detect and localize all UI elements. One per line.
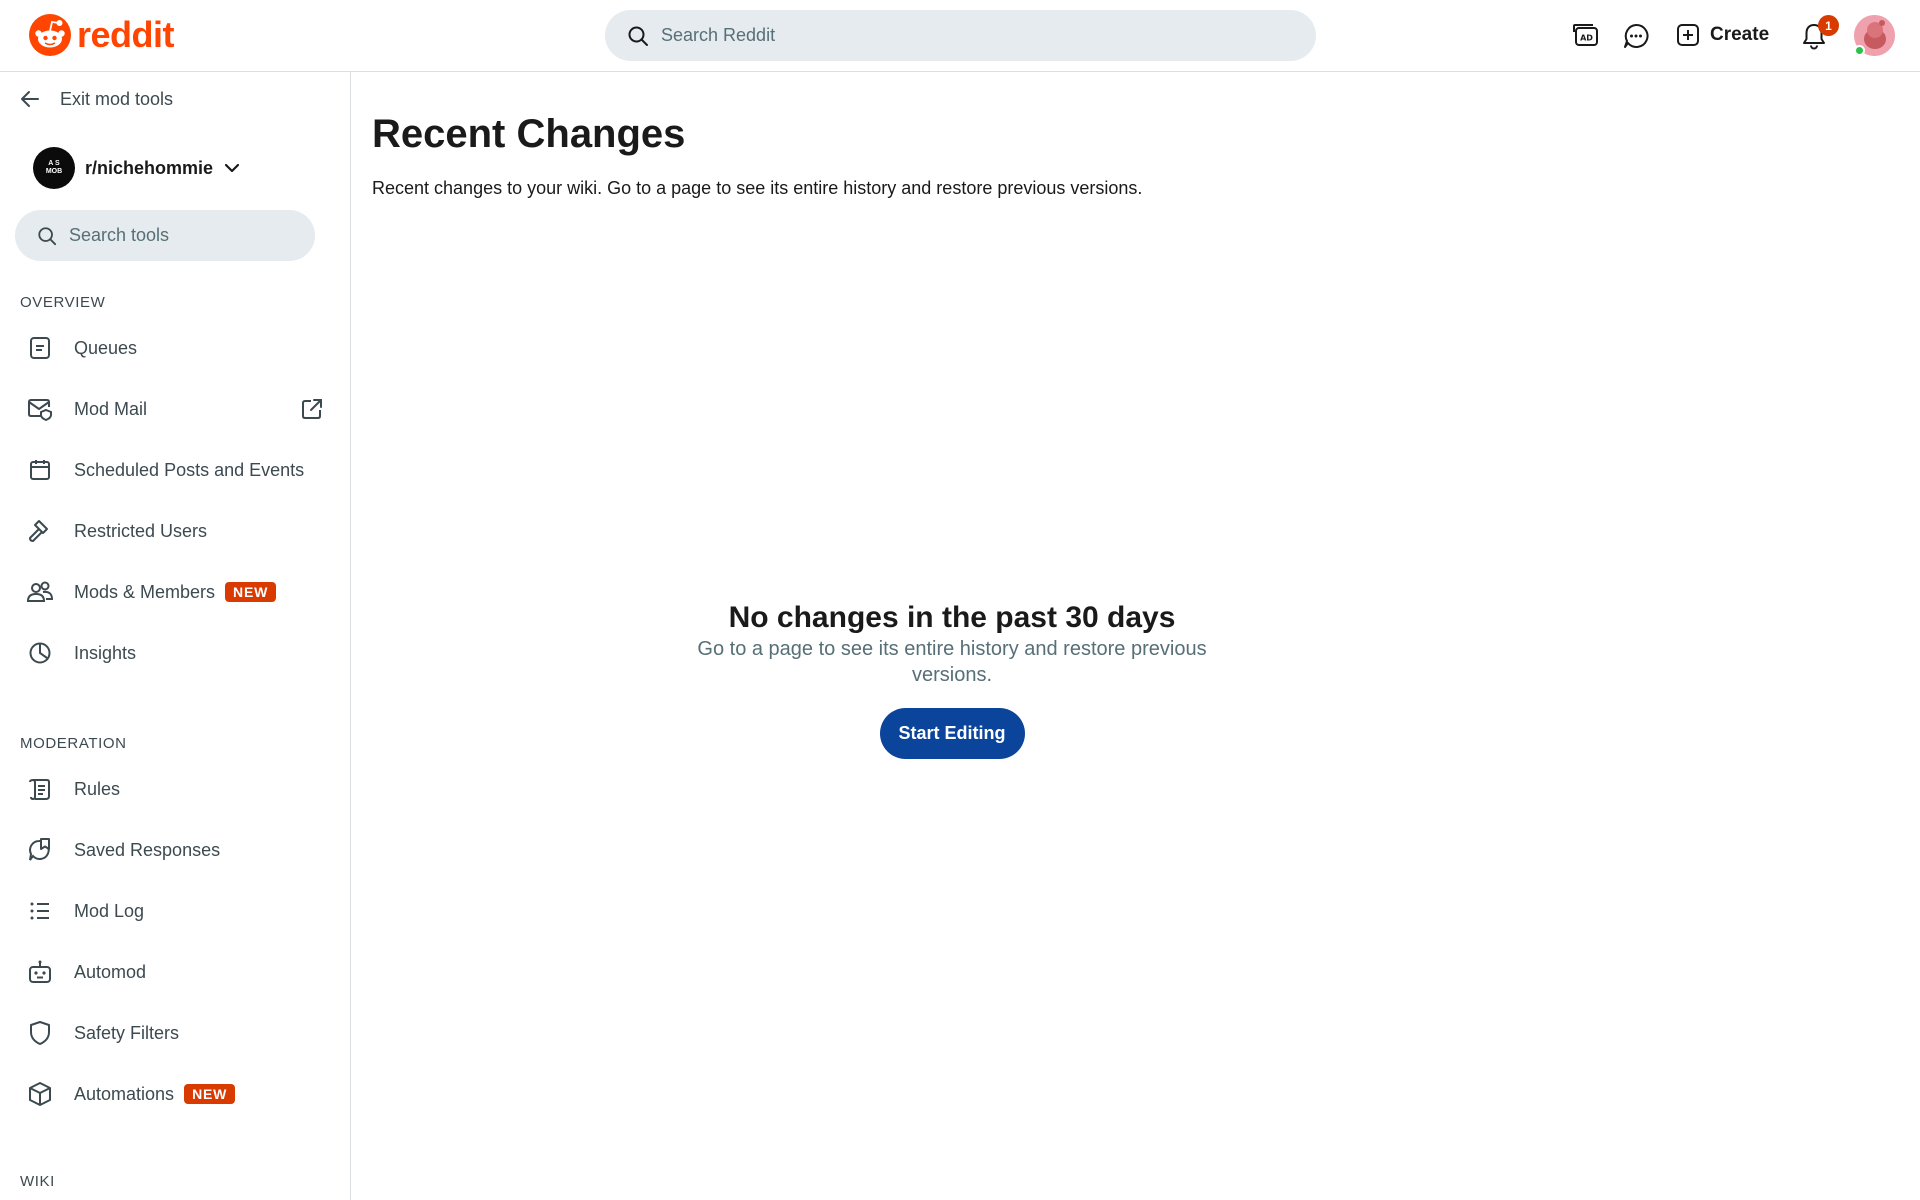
exit-mod-tools-label: Exit mod tools bbox=[60, 88, 174, 109]
notification-count-badge: 1 bbox=[1818, 15, 1839, 36]
search-tools-placeholder: Search tools bbox=[69, 225, 170, 245]
global-search-input[interactable]: Search Reddit bbox=[605, 10, 1316, 61]
chat-icon bbox=[1624, 23, 1649, 48]
sidebar-item-queues[interactable]: Queues bbox=[20, 326, 340, 370]
sidebar-item-label: Automations bbox=[74, 1083, 175, 1104]
chevron-down-icon bbox=[224, 163, 240, 173]
section-title-overview: OVERVIEW bbox=[20, 294, 106, 311]
search-icon bbox=[628, 26, 648, 46]
sidebar-item-label: Mod Log bbox=[74, 900, 145, 921]
start-editing-button[interactable]: Start Editing bbox=[879, 708, 1025, 759]
arrow-left-icon bbox=[21, 91, 39, 107]
sidebar-item-label: Scheduled Posts and Events bbox=[74, 459, 305, 480]
sidebar-item-label: Saved Responses bbox=[74, 839, 221, 860]
sidebar-item-label: Mod Mail bbox=[74, 398, 148, 419]
main-content: Recent Changes Recent changes to your wi… bbox=[352, 72, 1920, 1200]
sidebar-item-safety-filters[interactable]: Safety Filters bbox=[20, 1011, 340, 1055]
sidebar-item-automations[interactable]: Automations NEW bbox=[20, 1072, 340, 1116]
sidebar-item-rules[interactable]: Rules bbox=[20, 767, 340, 811]
subreddit-avatar: A S MOB bbox=[33, 147, 75, 189]
sidebar-item-label: Insights bbox=[74, 642, 137, 663]
search-placeholder: Search Reddit bbox=[661, 25, 776, 45]
logo-wordmark: reddit bbox=[77, 14, 175, 55]
page-description: Recent changes to your wiki. Go to a pag… bbox=[372, 178, 1143, 198]
sidebar-item-label: Automod bbox=[74, 961, 147, 982]
reddit-logo[interactable]: reddit bbox=[29, 14, 175, 56]
saved-responses-icon bbox=[20, 836, 60, 864]
new-badge: NEW bbox=[184, 1084, 236, 1104]
mod-tools-sidebar: Exit mod tools A S MOB r/nichehommie Sea… bbox=[0, 72, 351, 1200]
sidebar-item-label: Queues bbox=[74, 337, 138, 358]
sidebar-item-label: Restricted Users bbox=[74, 520, 208, 541]
svg-text:AD: AD bbox=[1580, 34, 1593, 43]
online-status-dot bbox=[1854, 45, 1865, 56]
empty-state: No changes in the past 30 days Go to a p… bbox=[352, 600, 1552, 759]
plus-square-icon bbox=[1677, 24, 1699, 46]
advertise-icon: AD bbox=[1573, 24, 1598, 46]
hammer-icon bbox=[20, 517, 60, 545]
rules-icon bbox=[20, 775, 60, 803]
search-icon bbox=[38, 226, 57, 245]
advertise-button[interactable]: AD bbox=[1570, 20, 1602, 52]
sidebar-item-mods-members[interactable]: Mods & Members NEW bbox=[20, 570, 340, 614]
create-label: Create bbox=[1710, 24, 1770, 45]
list-icon bbox=[20, 897, 60, 925]
pie-chart-icon bbox=[20, 639, 60, 667]
sidebar-item-label: Mods & Members bbox=[74, 581, 216, 602]
sidebar-item-automod[interactable]: Automod bbox=[20, 950, 340, 994]
reddit-snoo-icon bbox=[29, 14, 71, 56]
empty-state-description: Go to a page to see its entire history a… bbox=[697, 638, 1207, 686]
subreddit-avatar-text-bottom: MOB bbox=[45, 168, 63, 175]
subreddit-selector[interactable]: A S MOB r/nichehommie bbox=[33, 147, 241, 189]
calendar-icon bbox=[20, 456, 60, 484]
sidebar-item-label: Safety Filters bbox=[74, 1022, 180, 1043]
sidebar-item-saved-responses[interactable]: Saved Responses bbox=[20, 828, 340, 872]
chat-button[interactable] bbox=[1620, 20, 1652, 52]
members-icon bbox=[20, 578, 60, 606]
section-title-moderation: MODERATION bbox=[20, 735, 127, 752]
external-link-icon[interactable] bbox=[300, 397, 324, 421]
new-badge: NEW bbox=[225, 582, 277, 602]
empty-state-title: No changes in the past 30 days bbox=[728, 601, 1176, 634]
sidebar-item-mod-mail[interactable]: Mod Mail bbox=[20, 387, 340, 431]
section-title-wiki: WIKI bbox=[20, 1173, 55, 1190]
page-title: Recent Changes bbox=[372, 112, 686, 156]
sidebar-item-mod-log[interactable]: Mod Log bbox=[20, 889, 340, 933]
sidebar-item-label: Rules bbox=[74, 778, 121, 799]
exit-mod-tools-link[interactable]: Exit mod tools bbox=[20, 84, 173, 114]
top-header: reddit Search Reddit AD Create 1 bbox=[0, 0, 1920, 72]
subreddit-name: r/nichehommie bbox=[85, 157, 214, 178]
search-tools-input[interactable]: Search tools bbox=[15, 210, 315, 261]
cube-icon bbox=[20, 1080, 60, 1108]
sidebar-item-restricted-users[interactable]: Restricted Users bbox=[20, 509, 340, 553]
robot-icon bbox=[20, 958, 60, 986]
sidebar-item-scheduled-posts[interactable]: Scheduled Posts and Events bbox=[20, 448, 340, 492]
shield-icon bbox=[20, 1019, 60, 1047]
create-button[interactable]: Create bbox=[1676, 18, 1769, 52]
queue-icon bbox=[20, 334, 60, 362]
sidebar-item-insights[interactable]: Insights bbox=[20, 631, 340, 675]
subreddit-avatar-text-top: A S bbox=[48, 160, 60, 167]
mod-mail-icon bbox=[20, 395, 60, 423]
